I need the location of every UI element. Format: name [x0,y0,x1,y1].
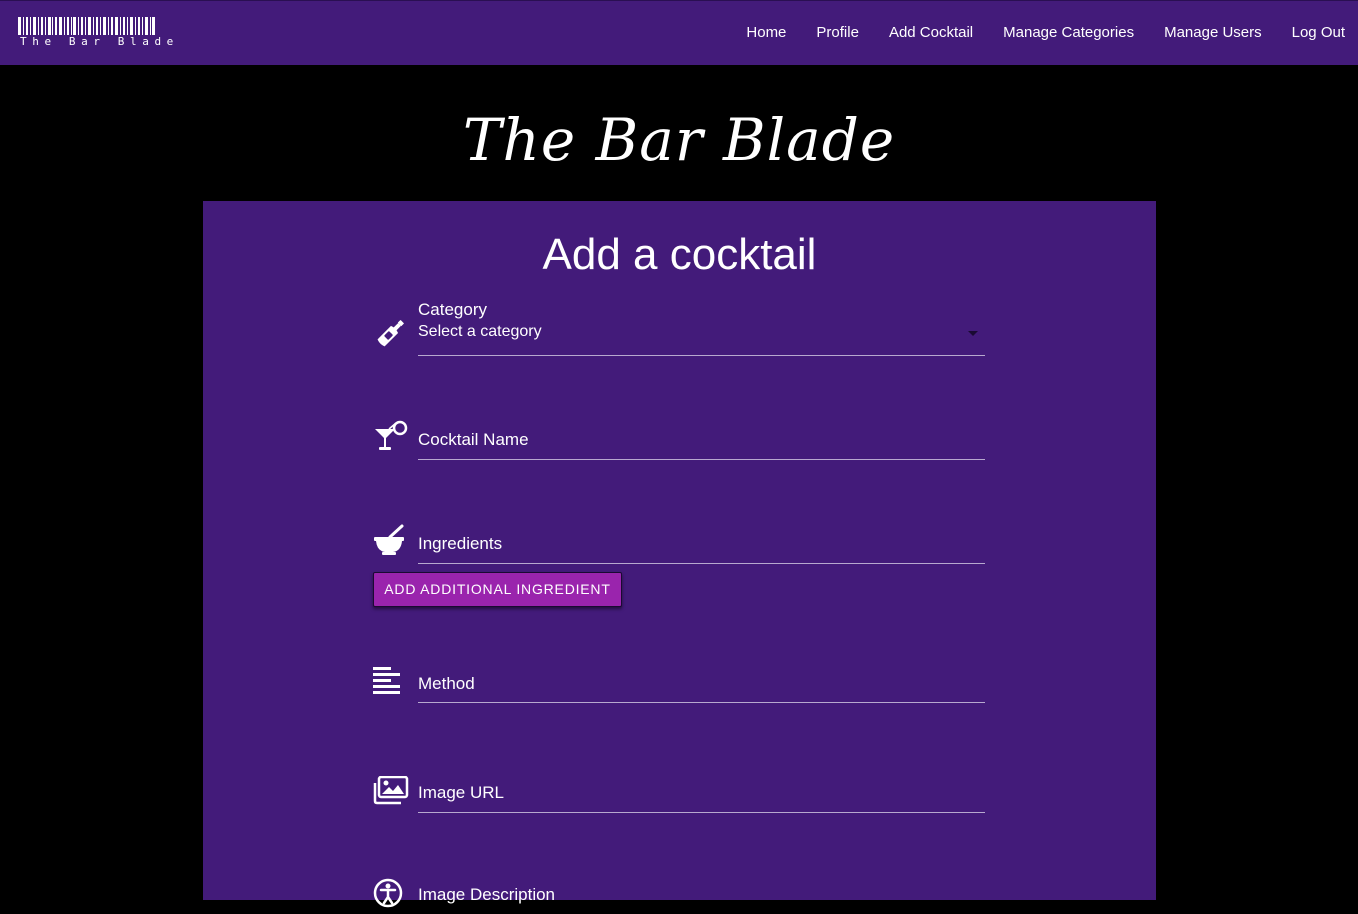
method-underline [418,702,985,703]
wine-bottle-icon [373,315,409,351]
nav-home[interactable]: Home [731,1,801,65]
add-ingredient-button[interactable]: ADD ADDITIONAL INGREDIENT [373,572,622,607]
brand-logo[interactable]: The Bar Blade [18,17,173,49]
navbar: The Bar Blade Home Profile Add Cocktail … [0,0,1358,65]
category-label: Category [418,300,487,319]
method-field[interactable]: Method [373,663,985,703]
brand-text: The Bar Blade [20,35,179,48]
add-cocktail-form: Add a cocktail Category Select a categor… [203,201,1156,908]
nav-log-out[interactable]: Log Out [1277,1,1358,65]
barcode-icon [18,17,155,35]
method-label: Method [418,674,475,693]
nav-manage-users[interactable]: Manage Users [1149,1,1277,65]
image-description-label: Image Description [418,885,556,904]
site-title: The Bar Blade [462,106,896,174]
ingredients-underline [418,563,985,564]
image-description-field[interactable]: Image Description [373,878,985,908]
nav-links: Home Profile Add Cocktail Manage Categor… [731,1,1358,65]
cocktail-name-label: Cocktail Name [418,430,529,449]
cocktail-glass-icon [373,419,409,455]
images-icon [373,776,409,812]
category-select[interactable]: Category Select a category [373,297,985,357]
category-selected-value: Select a category [418,323,542,340]
nav-manage-categories[interactable]: Manage Categories [988,1,1149,65]
image-url-field[interactable]: Image URL [373,772,985,814]
image-url-underline [418,812,985,813]
cocktail-name-field[interactable]: Cocktail Name [373,419,985,461]
align-left-icon [373,667,409,703]
nav-add-cocktail[interactable]: Add Cocktail [874,1,988,65]
caret-down-icon [968,331,978,336]
ingredients-label: Ingredients [418,534,503,553]
category-underline [418,355,985,356]
form-title: Add a cocktail [542,230,817,279]
ingredients-field[interactable]: Ingredients [373,523,985,565]
image-url-label: Image URL [418,783,504,802]
nav-profile[interactable]: Profile [801,1,874,65]
accessibility-icon [373,878,409,914]
cocktail-name-underline [418,459,985,460]
mortar-pestle-icon [373,523,409,559]
